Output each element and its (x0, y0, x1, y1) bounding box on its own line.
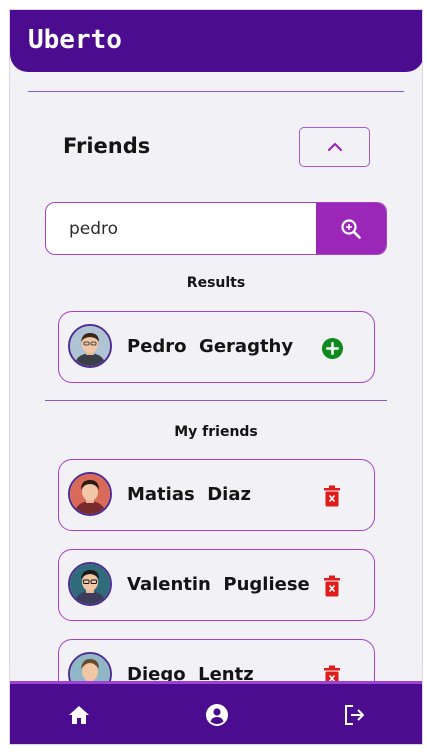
collapse-button[interactable] (299, 127, 370, 167)
search-input[interactable] (46, 203, 317, 254)
home-icon (69, 706, 89, 724)
app-frame: Uberto Friends Results (9, 9, 423, 745)
friend-name: Matias Diaz (127, 484, 251, 505)
add-friend-icon (321, 337, 343, 359)
zoom-search-icon (341, 218, 361, 239)
divider (45, 400, 387, 401)
friend-name: Pedro Geragthy (127, 336, 294, 357)
chevron-up-icon (327, 142, 342, 152)
app-title: Uberto (28, 25, 122, 55)
my-friends-label: My friends (174, 424, 258, 440)
avatar (68, 324, 112, 368)
friend-name: Valentin Pugliese (127, 574, 310, 595)
delete-friend-button[interactable] (320, 484, 344, 508)
friend-card: Matias Diaz (58, 459, 375, 531)
app-header: Uberto (10, 10, 422, 72)
bottom-nav (10, 681, 422, 744)
nav-logout-button[interactable] (341, 701, 369, 729)
nav-account-button[interactable] (203, 701, 231, 729)
logout-icon (345, 705, 364, 725)
account-icon (206, 704, 228, 726)
search-bar (45, 202, 387, 255)
delete-friend-button[interactable] (320, 574, 344, 598)
avatar (68, 562, 112, 606)
trash-icon (324, 575, 340, 597)
result-card: Pedro Geragthy (58, 311, 375, 383)
results-label: Results (186, 275, 246, 291)
search-button[interactable] (316, 203, 386, 254)
friend-card: Valentin Pugliese (58, 549, 375, 621)
add-friend-button[interactable] (320, 336, 344, 360)
friends-title: Friends (63, 134, 151, 158)
divider (28, 91, 404, 92)
avatar (68, 472, 112, 516)
trash-icon (324, 485, 340, 507)
nav-home-button[interactable] (65, 701, 93, 729)
